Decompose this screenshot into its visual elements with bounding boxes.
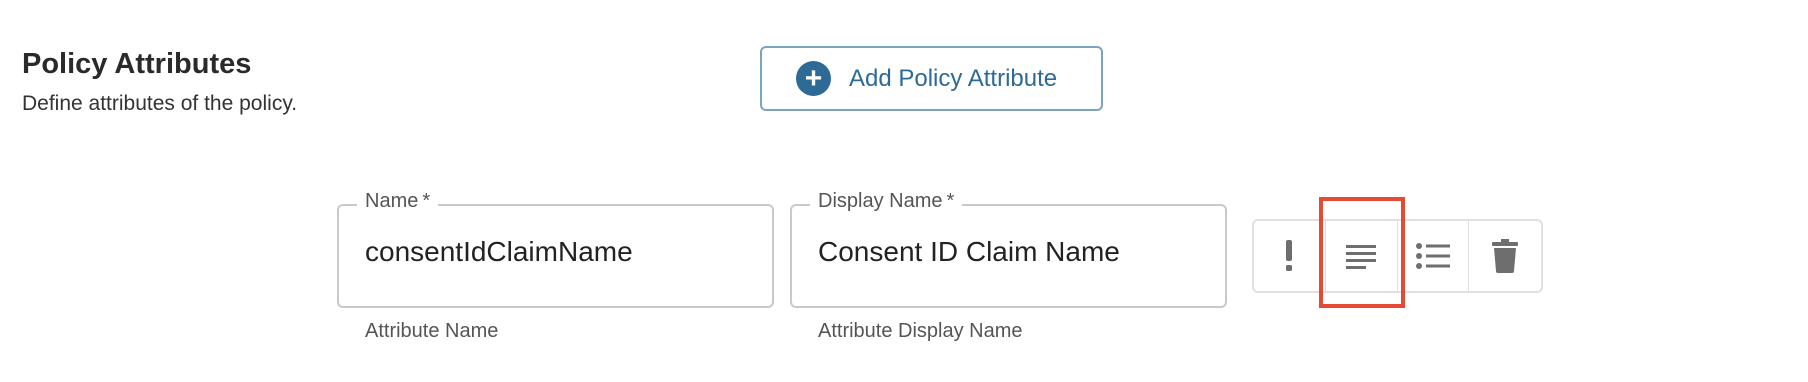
policy-attributes-section: Policy Attributes Define attributes of t… xyxy=(0,0,1808,382)
text-type-button[interactable] xyxy=(1326,221,1398,291)
add-policy-attribute-label: Add Policy Attribute xyxy=(849,64,1058,92)
exclamation-icon xyxy=(1286,240,1293,271)
add-policy-attribute-button[interactable]: + Add Policy Attribute xyxy=(760,46,1103,111)
section-title: Policy Attributes xyxy=(22,48,252,80)
attribute-actions-group xyxy=(1252,219,1543,293)
name-field[interactable]: Name * xyxy=(337,190,774,308)
required-mark: * xyxy=(422,190,431,212)
list-type-button[interactable] xyxy=(1398,221,1470,291)
section-description: Define attributes of the policy. xyxy=(22,92,298,115)
display-name-input[interactable] xyxy=(818,236,1178,268)
display-name-field[interactable]: Display Name * xyxy=(790,190,1227,308)
name-input[interactable] xyxy=(365,236,725,268)
name-field-label: Name * xyxy=(357,190,439,213)
bulleted-list-icon xyxy=(1415,243,1450,269)
name-helper-text: Attribute Name xyxy=(365,320,499,342)
trash-icon xyxy=(1492,239,1519,273)
plus-circle-icon: + xyxy=(796,61,831,96)
delete-attribute-button[interactable] xyxy=(1469,221,1541,291)
display-name-field-label: Display Name * xyxy=(810,190,963,213)
mandatory-toggle-button[interactable] xyxy=(1254,221,1326,291)
required-mark: * xyxy=(946,190,955,212)
display-name-helper-text: Attribute Display Name xyxy=(818,320,1023,342)
text-lines-icon xyxy=(1346,245,1377,269)
